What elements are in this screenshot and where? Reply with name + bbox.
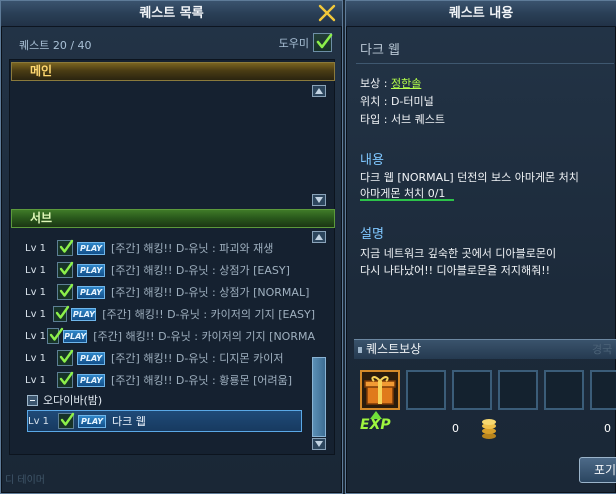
- category-main[interactable]: 메인: [11, 62, 335, 81]
- reward-slot[interactable]: [590, 370, 616, 410]
- main-scroll-down-button[interactable]: [312, 194, 326, 206]
- sub-scroll-thumb[interactable]: [312, 357, 326, 437]
- content-description: 다크 웹 [NORMAL] 던전의 보스 아마게몬 처치: [360, 171, 579, 184]
- description-line: 지금 네트워크 깊숙한 곳에서 디아블로몬이: [360, 247, 557, 260]
- quest-name: 다크 웹: [360, 43, 401, 58]
- quest-row[interactable]: Lv 1 PLAY [주간] 해킹!! D-유닛 : 상점가 [NORMAL]: [25, 282, 315, 302]
- quest-title: [주간] 해킹!! D-유닛 : 디지몬 카이저: [111, 352, 284, 365]
- quest-track-checkbox[interactable]: [58, 412, 75, 429]
- quest-title: [주간] 해킹!! D-유닛 : 상점가 [EASY]: [111, 264, 290, 277]
- reward-slot[interactable]: [452, 370, 492, 410]
- content-title: 내용: [360, 153, 384, 168]
- quest-track-checkbox[interactable]: [53, 305, 70, 322]
- reward-header-label: 퀘스트보상: [366, 342, 422, 356]
- quest-row[interactable]: Lv 1 PLAY [주간] 해킹!! D-유닛 : 상점가 [EASY]: [25, 260, 315, 280]
- quest-row[interactable]: Lv 1 PLAY [주간] 해킹!! D-유닛 : 파괴와 재생: [25, 238, 315, 258]
- quest-title: [주간] 해킹!! D-유닛 : 상점가 [NORMAL]: [111, 286, 310, 299]
- quest-track-checkbox[interactable]: [47, 327, 64, 344]
- quest-track-checkbox[interactable]: [57, 349, 74, 366]
- helper-label: 도우미: [278, 36, 309, 50]
- reward-line: 보상 : 정한솔: [360, 75, 421, 93]
- gold-coin-icon: [480, 418, 498, 443]
- location-line: 위치 : D-터미널: [360, 95, 434, 108]
- quest-row-selected[interactable]: Lv 1 PLAY 다크 웹: [27, 410, 302, 432]
- play-button[interactable]: PLAY: [78, 414, 106, 428]
- give-up-button[interactable]: 포기: [579, 457, 616, 483]
- quest-level: Lv 1: [25, 286, 47, 298]
- quest-row[interactable]: Lv 1 PLAY [주간] 해킹!! D-유닛 : 디지몬 카이저: [25, 348, 315, 368]
- quest-level: Lv 1: [25, 330, 47, 342]
- objective-underline: [360, 199, 454, 201]
- divider: [356, 63, 614, 64]
- quest-track-checkbox[interactable]: [57, 283, 74, 300]
- play-button[interactable]: PLAY: [77, 263, 105, 277]
- main-scroll-up-button[interactable]: [312, 85, 326, 97]
- quest-track-checkbox[interactable]: [57, 371, 74, 388]
- helper-toggle[interactable]: 도우미: [278, 33, 333, 52]
- description-text: 지금 네트워크 깊숙한 곳에서 디아블로몬이 다시 나타났어!! 디아블로몬을 …: [360, 245, 556, 279]
- sub-scrollbar[interactable]: [312, 357, 326, 437]
- quest-detail-window: 퀘스트 내용 다크 웹 보상 : 정한솔 위치 : D-터미널 타입 : 서브 …: [345, 0, 616, 494]
- gift-box-icon: [364, 376, 396, 405]
- quest-track-checkbox[interactable]: [57, 239, 74, 256]
- quest-level: Lv 1: [25, 374, 47, 386]
- description-title: 설명: [360, 227, 384, 242]
- quest-list-title: 퀘스트 목록: [1, 1, 342, 27]
- reward-slot[interactable]: [406, 370, 446, 410]
- close-icon[interactable]: [318, 4, 336, 22]
- checkmark-icon: [316, 33, 333, 49]
- play-button[interactable]: PLAY: [77, 285, 105, 299]
- quest-title: [주간] 해킹!! D-유닛 : 파괴와 재생: [111, 242, 274, 255]
- collapse-icon[interactable]: [27, 394, 38, 406]
- sub-scroll-down-button[interactable]: [312, 438, 326, 450]
- category-sub[interactable]: 서브: [11, 209, 335, 228]
- play-button[interactable]: PLAY: [77, 373, 105, 387]
- watermark-text: 디 테이머: [5, 475, 45, 486]
- quest-group-odaiba[interactable]: 오다이바(밤): [27, 392, 102, 408]
- play-button[interactable]: PLAY: [71, 307, 97, 321]
- quest-title: 다크 웹: [112, 415, 146, 428]
- quest-level: Lv 1: [25, 264, 47, 276]
- quest-title: [주간] 해킹!! D-유닛 : 황룡몬 [어려움]: [111, 374, 293, 387]
- quest-title: [주간] 해킹!! D-유닛 : 카이저의 기지 [EASY]: [102, 308, 315, 321]
- quest-title: [주간] 해킹!! D-유닛 : 카이저의 기지 [NORMA: [93, 330, 315, 343]
- quest-row[interactable]: Lv 1 PLAY [주간] 해킹!! D-유닛 : 황룡몬 [어려움]: [25, 370, 315, 390]
- quest-level: Lv 1: [25, 352, 47, 364]
- description-line: 다시 나타났어!! 디아블로몬을 저지해줘!!: [360, 264, 551, 277]
- quest-row[interactable]: Lv 1 PLAY [주간] 해킹!! D-유닛 : 카이저의 기지 [NORM…: [25, 326, 315, 346]
- gold-value: 0: [604, 422, 611, 435]
- exp-label: EXP: [360, 417, 391, 433]
- quest-level: Lv 1: [25, 308, 47, 320]
- reward-header-ghost: 경국: [592, 343, 613, 356]
- quest-track-checkbox[interactable]: [57, 261, 74, 278]
- helper-checkbox[interactable]: [313, 33, 333, 52]
- reward-slot-gift[interactable]: [360, 370, 400, 410]
- reward-section-header: 퀘스트보상 경국: [354, 339, 616, 359]
- group-label: 오다이바(밤): [43, 394, 103, 407]
- exp-reward: EXP: [360, 411, 391, 433]
- reward-name[interactable]: 정한솔: [391, 77, 421, 90]
- play-button[interactable]: PLAY: [63, 329, 88, 343]
- play-button[interactable]: PLAY: [77, 351, 105, 365]
- quest-count: 퀘스트 20 / 40: [19, 39, 92, 52]
- type-line: 타입 : 서브 퀘스트: [360, 113, 446, 126]
- play-button[interactable]: PLAY: [77, 241, 105, 255]
- reward-slot[interactable]: [544, 370, 584, 410]
- arrow-up-icon: [370, 411, 382, 419]
- quest-detail-title: 퀘스트 내용: [346, 1, 616, 27]
- quest-row[interactable]: Lv 1 PLAY [주간] 해킹!! D-유닛 : 카이저의 기지 [EASY…: [25, 304, 315, 324]
- quest-level: Lv 1: [28, 415, 50, 427]
- exp-value: 0: [452, 422, 459, 435]
- quest-level: Lv 1: [25, 242, 47, 254]
- reward-slot[interactable]: [498, 370, 538, 410]
- quest-list-window: 퀘스트 목록 퀘스트 20 / 40 도우미 메인 서브 Lv 1 PLAY […: [0, 0, 343, 494]
- reward-label: 보상 :: [360, 77, 391, 90]
